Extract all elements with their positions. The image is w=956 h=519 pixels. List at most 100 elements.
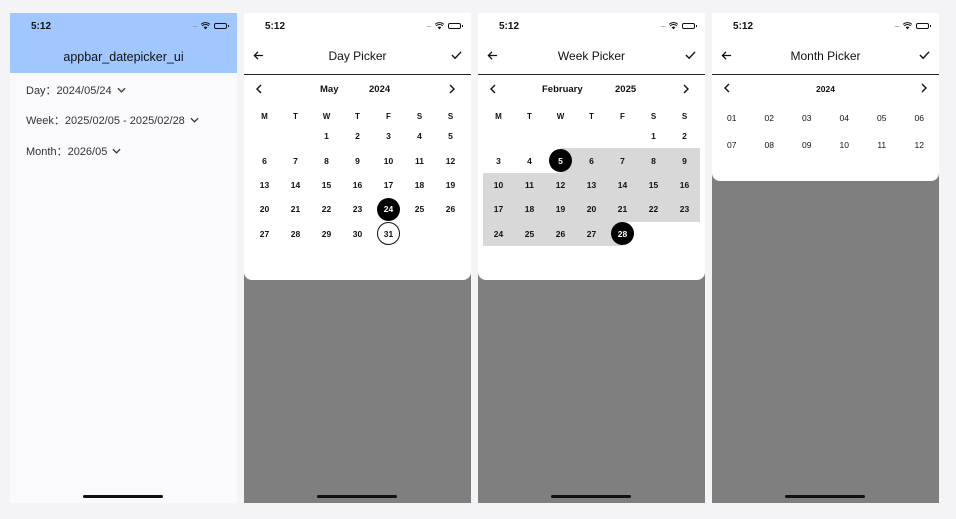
day-number: 12 — [555, 179, 566, 190]
day-cell[interactable]: 16 — [669, 172, 700, 198]
day-cell[interactable]: 26 — [435, 197, 466, 221]
month-cell[interactable]: 10 — [826, 136, 864, 155]
day-cell[interactable]: 21 — [280, 197, 311, 221]
day-cell[interactable]: 18 — [404, 173, 435, 197]
month-cell[interactable]: 07 — [713, 136, 751, 155]
month-cell[interactable]: 05 — [863, 109, 901, 128]
month-cell[interactable]: 11 — [863, 136, 901, 155]
day-cell[interactable]: 10 — [373, 148, 404, 172]
day-cell[interactable]: 1 — [311, 124, 342, 148]
day-cell[interactable]: 3 — [373, 124, 404, 148]
day-cell[interactable]: 20 — [576, 197, 607, 222]
day-cell[interactable]: 11 — [404, 148, 435, 172]
day-cell[interactable]: 26 — [545, 221, 576, 246]
day-cell[interactable]: 19 — [435, 173, 466, 197]
day-cell[interactable]: 13 — [249, 173, 280, 197]
day-cell[interactable]: 24 — [483, 221, 514, 246]
day-cell[interactable]: 17 — [373, 173, 404, 197]
status-bar: 5:12 .... — [712, 13, 939, 41]
day-field[interactable]: Day：2024/05/24 — [26, 82, 126, 98]
day-cell[interactable]: 8 — [638, 148, 669, 173]
day-cell[interactable]: 1 — [638, 124, 669, 148]
day-cell[interactable]: 14 — [280, 173, 311, 197]
month-cell[interactable]: 06 — [901, 109, 939, 128]
day-cell[interactable]: 9 — [669, 148, 700, 173]
chevron-right-icon[interactable] — [683, 84, 689, 94]
day-number: 18 — [524, 204, 535, 215]
signal-dots-icon: .... — [426, 19, 432, 29]
month-cell[interactable]: 08 — [751, 136, 789, 155]
day-cell[interactable]: 7 — [280, 148, 311, 172]
day-cell[interactable]: 5 — [545, 148, 576, 173]
chevron-left-icon[interactable] — [256, 84, 262, 94]
chevron-down-icon — [190, 117, 199, 123]
check-icon[interactable] — [685, 50, 696, 60]
day-cell[interactable]: 16 — [342, 173, 373, 197]
day-number: 7 — [620, 155, 625, 166]
check-icon[interactable] — [919, 50, 930, 60]
day-cell[interactable]: 2 — [669, 124, 700, 148]
day-cell[interactable]: 15 — [638, 172, 669, 198]
wifi-icon — [903, 22, 912, 30]
day-cell[interactable]: 31 — [373, 222, 404, 246]
day-cell[interactable]: 22 — [311, 197, 342, 221]
month-field[interactable]: Month：2026/05 — [26, 143, 121, 159]
day-cell[interactable]: 15 — [311, 173, 342, 197]
week-field[interactable]: Week：2025/02/05 - 2025/02/28 — [26, 112, 199, 128]
day-cell[interactable]: 20 — [249, 197, 280, 221]
month-cell[interactable]: 02 — [751, 109, 789, 128]
day-cell[interactable]: 12 — [435, 148, 466, 172]
day-cell[interactable]: 13 — [576, 172, 607, 198]
check-icon[interactable] — [451, 50, 462, 60]
day-cell[interactable]: 6 — [576, 148, 607, 173]
month-cell[interactable]: 09 — [788, 136, 826, 155]
day-cell[interactable]: 29 — [311, 222, 342, 246]
day-number: 18 — [414, 179, 425, 190]
day-cell[interactable]: 21 — [607, 197, 638, 222]
day-cell[interactable]: 27 — [576, 221, 607, 246]
day-cell[interactable]: 14 — [607, 172, 638, 198]
month-label: February — [542, 84, 583, 95]
picker-title: Day Picker — [328, 49, 387, 63]
day-cell[interactable]: 24 — [373, 197, 404, 221]
day-number: 19 — [445, 179, 456, 190]
battery-icon — [916, 23, 931, 29]
day-cell[interactable]: 28 — [607, 221, 638, 246]
day-cell[interactable]: 10 — [483, 172, 514, 198]
day-cell[interactable]: 5 — [435, 124, 466, 148]
day-number: 17 — [493, 204, 504, 215]
day-cell[interactable]: 7 — [607, 148, 638, 173]
day-cell[interactable]: 28 — [280, 222, 311, 246]
month-cell[interactable]: 01 — [713, 109, 751, 128]
day-cell[interactable]: 22 — [638, 197, 669, 222]
month-cell[interactable]: 03 — [788, 109, 826, 128]
month-navigator: February 2025 — [478, 81, 705, 99]
status-bar: 5:12 .... — [244, 13, 471, 41]
day-cell[interactable]: 3 — [483, 148, 514, 172]
day-cell[interactable]: 23 — [342, 197, 373, 221]
day-cell[interactable]: 12 — [545, 172, 576, 198]
day-cell[interactable]: 11 — [514, 172, 545, 198]
day-cell[interactable]: 8 — [311, 148, 342, 172]
day-cell[interactable]: 6 — [249, 148, 280, 172]
day-cell[interactable]: 2 — [342, 124, 373, 148]
day-number: 14 — [290, 179, 301, 190]
day-cell[interactable]: 23 — [669, 197, 700, 222]
day-picker-sheet: 5:12 .... Day Picker May 2024 MTWTFSS123… — [244, 13, 471, 280]
day-cell[interactable]: 30 — [342, 222, 373, 246]
chevron-right-icon[interactable] — [449, 84, 455, 94]
month-cell[interactable]: 04 — [826, 109, 864, 128]
day-cell[interactable]: 19 — [545, 197, 576, 222]
chevron-left-icon[interactable] — [490, 84, 496, 94]
day-cell[interactable]: 4 — [514, 148, 545, 172]
day-cell[interactable]: 25 — [404, 197, 435, 221]
day-cell[interactable]: 25 — [514, 221, 545, 246]
day-cell[interactable]: 27 — [249, 222, 280, 246]
weekday-header: M — [495, 112, 502, 121]
month-cell[interactable]: 12 — [901, 136, 939, 155]
day-cell[interactable]: 4 — [404, 124, 435, 148]
day-cell[interactable]: 18 — [514, 197, 545, 222]
day-cell[interactable]: 9 — [342, 148, 373, 172]
week-picker-sheet: 5:12 .... Week Picker February 2025 MTWT… — [478, 13, 705, 280]
day-cell[interactable]: 17 — [483, 197, 514, 222]
